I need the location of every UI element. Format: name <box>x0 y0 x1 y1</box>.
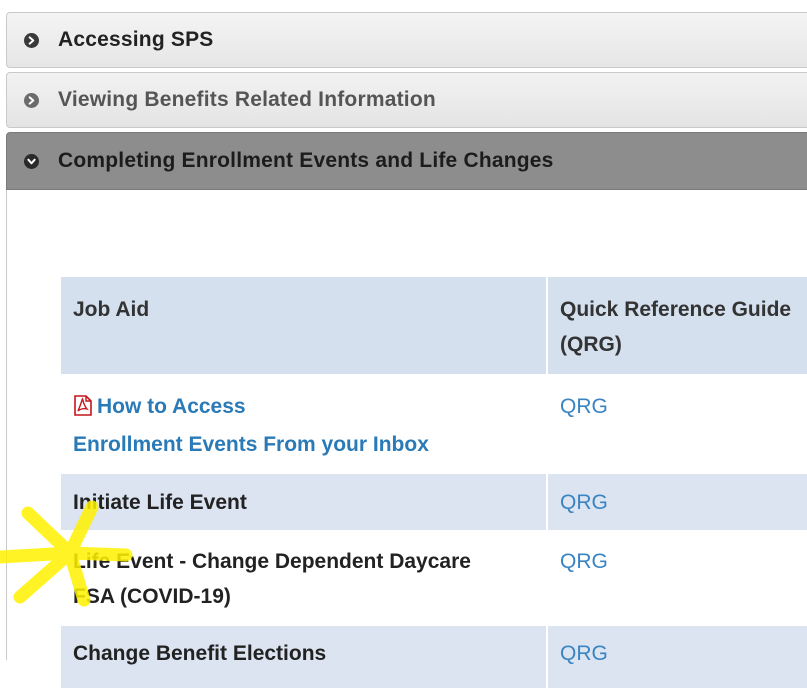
table-row: Life Event - Change Dependent Daycare FSA… <box>61 530 807 626</box>
job-aid-cell: Change Benefit Elections <box>61 626 548 688</box>
job-aid-cell: Initiate Life Event <box>61 474 548 530</box>
job-aid-link-access-enrollment[interactable]: How to Access Enrollment Events From your… <box>73 395 429 456</box>
pdf-icon <box>73 392 93 427</box>
accordion-header-label: Accessing SPS <box>58 28 214 51</box>
column-header-qrg: Quick Reference Guide (QRG) <box>547 277 807 374</box>
table-row: How to Access Enrollment Events From your… <box>61 374 807 474</box>
job-aids-table: Job Aid Quick Reference Guide (QRG) How … <box>61 277 807 688</box>
link-text-line1: How to Access <box>97 395 246 418</box>
accordion-header-label: Completing Enrollment Events and Life Ch… <box>58 149 554 172</box>
accordion-header-accessing-sps[interactable]: Accessing SPS <box>6 12 807 68</box>
column-header-job-aid: Job Aid <box>61 277 548 374</box>
chevron-right-circle-icon <box>24 32 39 48</box>
qrg-cell: QRG <box>547 626 807 688</box>
job-aid-text-line2: FSA (COVID-19) <box>73 585 231 608</box>
table-header-row: Job Aid Quick Reference Guide (QRG) <box>61 277 807 374</box>
qrg-link[interactable]: QRG <box>560 550 608 573</box>
qrg-link[interactable]: QRG <box>560 395 608 418</box>
chevron-down-circle-icon <box>24 153 39 169</box>
table-row: Change Benefit Elections QRG <box>61 626 807 688</box>
qrg-cell: QRG <box>547 474 807 530</box>
qrg-link[interactable]: QRG <box>560 491 608 514</box>
job-aid-text-line1: Life Event - Change Dependent Daycare <box>73 550 471 573</box>
qrg-link[interactable]: QRG <box>560 642 608 665</box>
table-row: Initiate Life Event QRG <box>61 474 807 530</box>
accordion-header-label: Viewing Benefits Related Information <box>58 88 436 111</box>
qrg-cell: QRG <box>547 374 807 474</box>
accordion-header-enrollment-events[interactable]: Completing Enrollment Events and Life Ch… <box>6 132 807 190</box>
link-text-line2: Enrollment Events From your Inbox <box>73 433 429 456</box>
qrg-cell: QRG <box>547 530 807 626</box>
job-aid-cell: Life Event - Change Dependent Daycare FSA… <box>61 530 548 626</box>
job-aid-cell: How to Access Enrollment Events From your… <box>61 374 548 474</box>
accordion-header-viewing-benefits[interactable]: Viewing Benefits Related Information <box>6 72 807 128</box>
chevron-right-circle-icon <box>24 92 39 108</box>
